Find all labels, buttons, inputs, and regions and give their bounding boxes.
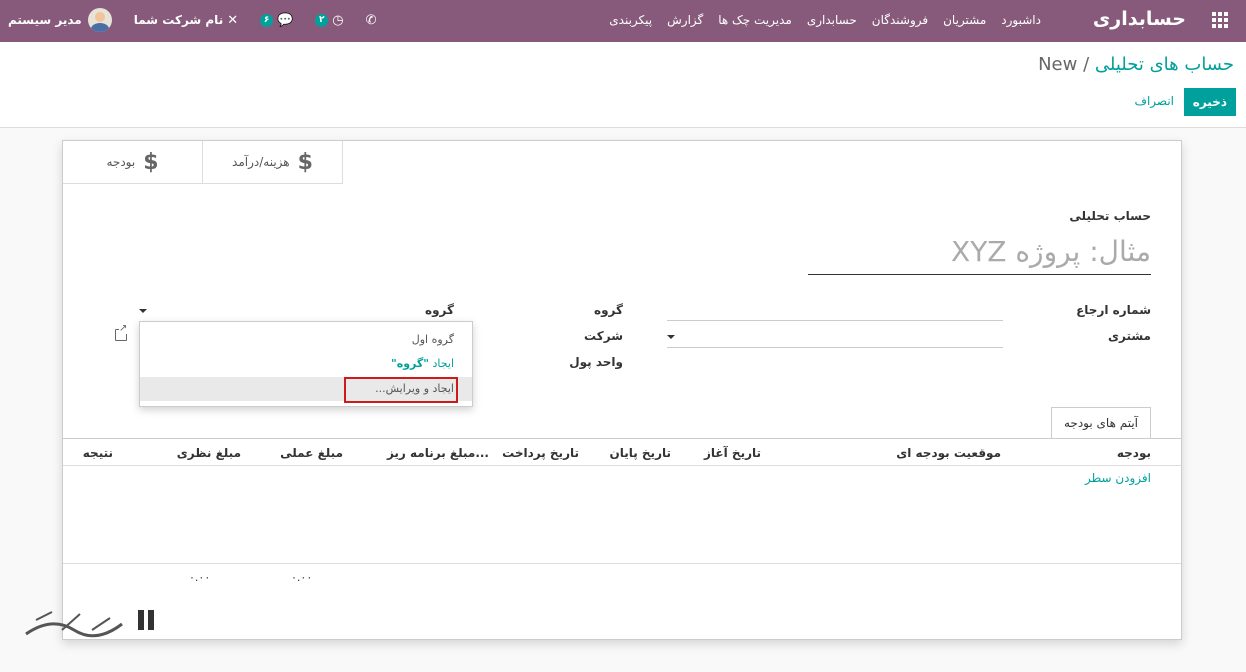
apps-menu-icon[interactable] <box>1212 12 1228 28</box>
col-theoretical-amount[interactable]: مبلغ نظری <box>177 446 241 460</box>
group-autocomplete-dropdown: گروه اول ایجاد "گروه" ایجاد و ویرایش... <box>139 321 473 407</box>
company-name: نام شرکت شما <box>133 13 224 27</box>
total-practical-amount: ۰.۰۰ <box>291 571 313 584</box>
activities-button[interactable]: ۲ ◷ <box>315 12 344 28</box>
save-button[interactable]: ذخیره <box>1183 88 1236 116</box>
analytic-account-label: حساب تحلیلی <box>1069 209 1151 223</box>
activities-badge: ۲ <box>315 13 329 27</box>
budget-smart-label: بودجه <box>106 155 136 169</box>
top-navbar: حسابداری داشبورد مشتریان فروشندگان حسابد… <box>0 0 1246 42</box>
customer-label: مشتری <box>1107 329 1151 343</box>
dropdown-create-option[interactable]: ایجاد "گروه" <box>140 352 472 376</box>
col-budget-position[interactable]: موقعیت بودجه ای <box>896 446 1001 460</box>
dollar-icon: $ <box>143 149 159 175</box>
smart-button-box: بودجه $ هزینه/درآمد $ <box>63 141 343 184</box>
phone-button[interactable]: ✆ <box>366 13 377 28</box>
discard-button[interactable]: انصراف <box>1135 94 1174 108</box>
budget-table-header: بودجه موقعیت بودجه ای تاریخ آغاز تاریخ پ… <box>63 439 1181 466</box>
dropdown-option-first-group[interactable]: گروه اول <box>140 328 472 352</box>
tools-icon: ✕ <box>227 12 239 28</box>
table-footer-divider <box>63 563 1181 564</box>
messages-button[interactable]: ۶ 💬 <box>260 13 293 28</box>
messages-badge: ۶ <box>260 13 274 27</box>
menu-item-check-management[interactable]: مدیریت چک ها <box>718 13 792 27</box>
clock-icon: ◷ <box>332 12 344 28</box>
create-value: "گروه" <box>390 357 430 370</box>
menu-item-dashboard[interactable]: داشبورد <box>1001 13 1041 27</box>
menu-item-configuration[interactable]: پیکربندی <box>609 13 652 27</box>
menu-item-reports[interactable]: گزارش <box>667 13 703 27</box>
systray: مدیر سیستم نام شرکت شما ✕ ۶ 💬 ۲ ◷ ✆ <box>8 6 377 34</box>
menu-item-vendors[interactable]: فروشندگان <box>872 13 928 27</box>
group-label: گروه <box>594 303 623 317</box>
reference-label: شماره ارجاع <box>1076 303 1151 317</box>
tab-budget-items[interactable]: آیتم های بودجه <box>1050 407 1151 439</box>
total-theoretical-amount: ۰.۰۰ <box>189 571 211 584</box>
avatar <box>87 8 112 32</box>
breadcrumb-parent[interactable]: حساب های تحلیلی <box>1095 54 1234 75</box>
budget-smart-button[interactable]: بودجه $ <box>63 141 203 184</box>
analytic-account-name-input[interactable] <box>808 229 1151 275</box>
cost-revenue-smart-label: هزینه/درآمد <box>232 155 290 169</box>
phone-icon: ✆ <box>365 12 377 28</box>
breadcrumb: حساب های تحلیلی / New <box>1038 54 1234 75</box>
breadcrumb-separator: / <box>1083 54 1090 75</box>
user-menu[interactable]: مدیر سیستم <box>8 8 112 32</box>
watermark-logo <box>22 600 172 646</box>
menu-item-customers[interactable]: مشتریان <box>943 13 986 27</box>
customer-input[interactable] <box>667 326 1003 348</box>
dollar-icon: $ <box>297 149 313 175</box>
col-planned-amount[interactable]: مبلغ برنامه ریز... <box>387 446 489 460</box>
company-label: شرکت <box>584 329 623 343</box>
external-link-icon[interactable] <box>115 324 128 341</box>
reference-input[interactable] <box>667 299 1003 321</box>
menu-item-accounting[interactable]: حسابداری <box>807 13 857 27</box>
user-name: مدیر سیستم <box>8 13 82 27</box>
col-end-date[interactable]: تاریخ پایان <box>609 446 671 460</box>
customer-dropdown-caret[interactable] <box>667 335 675 339</box>
col-paid-date[interactable]: تاریخ پرداخت <box>502 446 579 460</box>
chat-icon: 💬 <box>277 12 294 28</box>
highlight-box <box>344 377 458 403</box>
create-prefix: ایجاد <box>432 357 454 370</box>
company-switcher[interactable]: نام شرکت شما ✕ <box>134 13 238 28</box>
group-dropdown-caret[interactable] <box>139 309 147 313</box>
add-line-link[interactable]: افزودن سطر <box>1085 471 1151 485</box>
group-input[interactable]: گروه <box>425 303 454 317</box>
currency-label: واحد پول <box>569 355 623 369</box>
col-result[interactable]: نتیجه <box>83 446 113 460</box>
col-practical-amount[interactable]: مبلغ عملی <box>280 446 343 460</box>
col-budget[interactable]: بودجه <box>1117 446 1151 460</box>
cost-revenue-smart-button[interactable]: هزینه/درآمد $ <box>203 141 343 184</box>
breadcrumb-current: New <box>1038 54 1078 75</box>
col-start-date[interactable]: تاریخ آغاز <box>704 446 761 460</box>
app-brand[interactable]: حسابداری <box>1093 8 1186 30</box>
main-menu: داشبورد مشتریان فروشندگان حسابداری مدیری… <box>609 13 1041 27</box>
form-sheet: بودجه $ هزینه/درآمد $ حساب تحلیلی شماره … <box>62 140 1182 640</box>
